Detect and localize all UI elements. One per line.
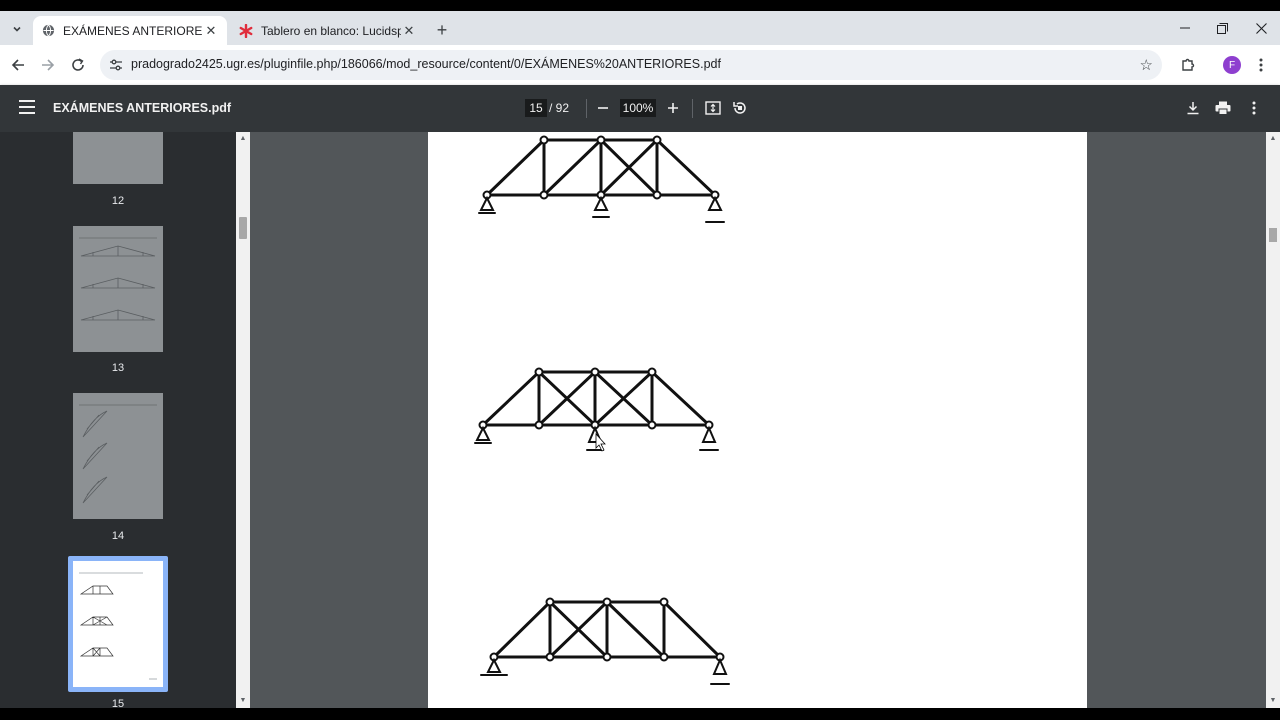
mouse-cursor-icon <box>595 432 606 452</box>
screen: EXÁMENES ANTERIORES.pdf ✕ Tablero en bla… <box>0 0 1280 720</box>
puzzle-icon <box>1182 58 1195 71</box>
scroll-down-arrow-icon[interactable]: ▼ <box>239 697 247 705</box>
kebab-icon <box>1252 101 1256 115</box>
rotate-button[interactable] <box>731 99 749 117</box>
kebab-icon <box>1259 58 1263 72</box>
truss-diagram-3 <box>490 600 724 659</box>
truss-diagram-2 <box>479 370 713 428</box>
thumbnail-page-12[interactable] <box>73 132 163 184</box>
plus-icon: + <box>436 19 448 40</box>
back-button[interactable] <box>7 54 29 76</box>
sidebar-scrollbar[interactable]: ▲ ▼ <box>236 132 250 708</box>
download-button[interactable] <box>1184 99 1202 117</box>
browser-toolbar: pradogrado2425.ugr.es/pluginfile.php/186… <box>0 45 1280 85</box>
screen-bottom-edge <box>0 708 1280 720</box>
zoom-out-button[interactable] <box>593 98 613 118</box>
thumbnail-number: 13 <box>111 362 125 374</box>
scroll-up-arrow-icon[interactable]: ▲ <box>239 135 247 143</box>
viewer-scrollbar[interactable]: ▲ ▼ <box>1266 132 1280 708</box>
hamburger-icon[interactable] <box>19 100 35 114</box>
print-icon <box>1215 101 1231 115</box>
profile-avatar[interactable]: F <box>1223 56 1241 74</box>
reload-button[interactable] <box>67 54 89 76</box>
print-button[interactable] <box>1214 99 1232 117</box>
minus-icon <box>598 107 608 109</box>
sidebar-scroll-thumb[interactable] <box>239 217 247 239</box>
divider <box>692 99 693 118</box>
globe-icon <box>41 24 55 38</box>
thumbnail-sidebar: 12 13 14 15 <box>0 132 236 708</box>
zoom-input[interactable]: 100% <box>620 99 656 117</box>
close-icon[interactable]: ✕ <box>401 23 417 39</box>
lucidspark-asterisk-icon <box>239 23 253 38</box>
forward-button[interactable] <box>37 54 59 76</box>
more-actions-button[interactable] <box>1245 99 1263 117</box>
download-icon <box>1187 102 1199 115</box>
restore-icon <box>1216 22 1228 34</box>
tab-search-button[interactable] <box>6 18 28 40</box>
pdf-page <box>428 132 1087 708</box>
new-tab-button[interactable]: + <box>432 20 452 40</box>
tab-lucidspark[interactable]: Tablero en blanco: Lucidspark ✕ <box>231 16 425 45</box>
tab-strip: EXÁMENES ANTERIORES.pdf ✕ Tablero en bla… <box>0 11 1280 45</box>
fit-page-button[interactable] <box>704 99 722 117</box>
pdf-viewer <box>250 132 1266 708</box>
truss-diagram-1 <box>483 137 719 197</box>
bookmark-star-icon[interactable]: ☆ <box>1140 56 1153 74</box>
viewer-scroll-thumb[interactable] <box>1269 228 1277 242</box>
url-text: pradogrado2425.ugr.es/pluginfile.php/186… <box>131 57 721 71</box>
reload-icon <box>72 58 84 71</box>
thumbnail-page-14[interactable] <box>73 393 163 519</box>
thumbnail-number: 15 <box>111 698 125 708</box>
minimize-button[interactable] <box>1173 17 1197 39</box>
tab-pdf[interactable]: EXÁMENES ANTERIORES.pdf ✕ <box>33 16 227 45</box>
minimize-icon <box>1180 27 1190 29</box>
truss-diagrams <box>474 135 730 685</box>
tab-title: EXÁMENES ANTERIORES.pdf <box>63 23 203 38</box>
plus-icon <box>668 103 678 113</box>
fit-page-icon <box>705 101 721 115</box>
rotate-icon <box>733 102 746 114</box>
page-number-input[interactable]: 15 <box>525 99 547 117</box>
thumbnail-page-13[interactable] <box>73 226 163 352</box>
page-total: / 92 <box>549 101 570 115</box>
close-icon <box>1255 22 1267 34</box>
pdf-title: EXÁMENES ANTERIORES.pdf <box>53 101 232 115</box>
pdf-toolbar: EXÁMENES ANTERIORES.pdf 15 / 92 100% <box>0 85 1280 132</box>
close-icon[interactable]: ✕ <box>203 23 219 39</box>
extensions-button[interactable] <box>1178 55 1198 75</box>
restore-button[interactable] <box>1210 17 1234 39</box>
close-window-button[interactable] <box>1249 17 1273 39</box>
scroll-up-arrow-icon[interactable]: ▲ <box>1269 135 1277 143</box>
thumbnail-page-15[interactable] <box>73 561 163 687</box>
chevron-down-icon <box>13 26 21 32</box>
tune-icon <box>110 59 122 71</box>
arrow-right-icon <box>42 59 55 71</box>
address-bar[interactable]: pradogrado2425.ugr.es/pluginfile.php/186… <box>100 50 1162 80</box>
site-info-button[interactable] <box>108 57 124 73</box>
scroll-down-arrow-icon[interactable]: ▼ <box>1269 697 1277 705</box>
tab-title: Tablero en blanco: Lucidspark <box>261 23 401 38</box>
thumbnail-number: 14 <box>111 530 125 542</box>
zoom-in-button[interactable] <box>663 98 683 118</box>
thumbnail-number: 12 <box>111 195 125 207</box>
divider <box>586 99 587 118</box>
browser-menu-button[interactable] <box>1254 55 1268 75</box>
arrow-left-icon <box>11 59 24 71</box>
